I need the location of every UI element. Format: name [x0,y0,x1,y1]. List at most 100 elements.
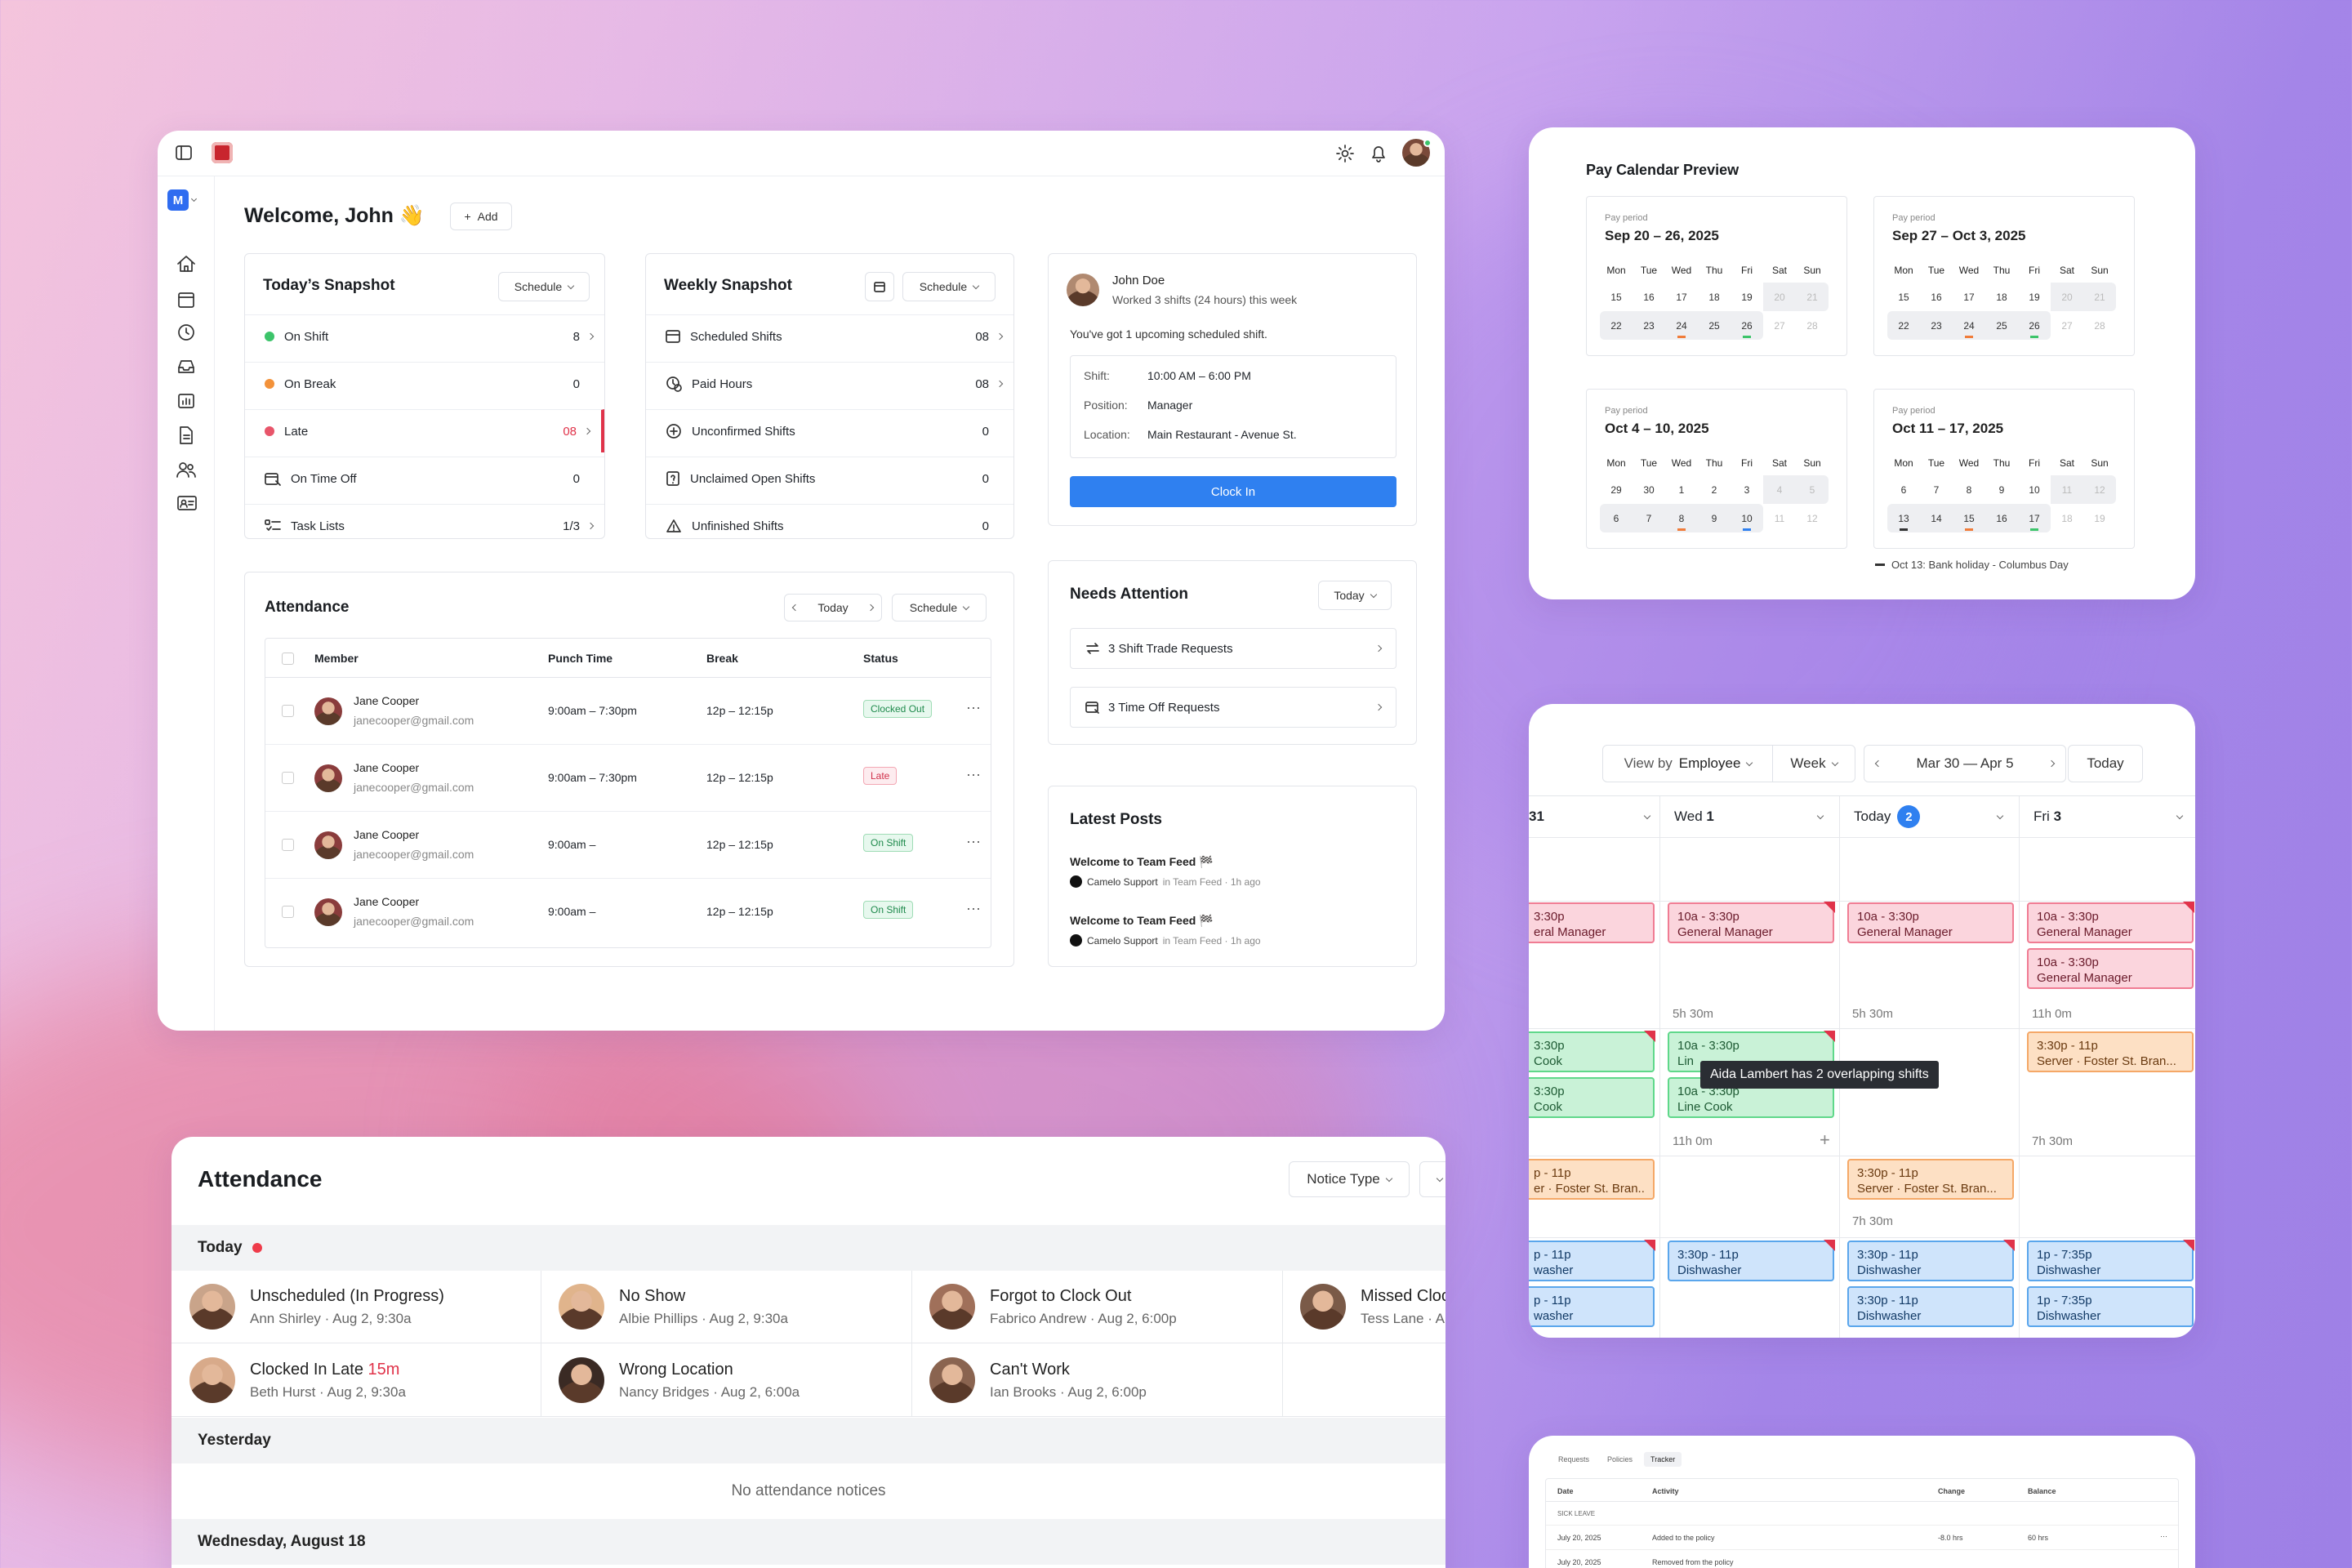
notifications-icon[interactable] [1370,144,1388,163]
pay-period-calendar[interactable]: Pay period Sep 27 – Oct 3, 2025 Mon Tue Wed… [1873,196,2135,356]
col-header-wed[interactable]: Wed 1 [1674,796,1833,837]
clock-in-button[interactable]: Clock In [1070,476,1396,507]
snapshot-row[interactable]: Late 08 [245,409,604,452]
add-button[interactable]: + Add [450,203,512,230]
shift-block[interactable]: p - 11p washer [1529,1286,1655,1327]
table-row[interactable]: Jane Cooper janecooper@gmail.com 9:00am … [265,812,991,879]
inbox-icon[interactable] [177,358,195,376]
col-header-today[interactable]: Today 2 [1854,796,2012,837]
shift-block[interactable]: 3:30p Cook [1529,1077,1655,1118]
more-icon[interactable]: ··· [966,699,981,716]
shift-block[interactable]: 3:30p - 11p Dishwasher [1668,1240,1835,1281]
notice-item[interactable]: Clocked In Late 15m Beth Hurst · Aug 2, … [178,1344,537,1416]
date-range-label[interactable]: Mar 30 — Apr 5 [1916,755,2013,772]
notice-type-dropdown[interactable]: Notice Type [1289,1161,1410,1197]
col-header-31[interactable]: 31 [1529,796,1659,837]
row-checkbox[interactable] [282,906,294,918]
shift-block[interactable]: 10a - 3:30p General Manager [1668,902,1835,943]
shift-block[interactable]: 3:30p Cook [1529,1031,1655,1072]
shift-block[interactable]: 3:30p eral Manager [1529,902,1655,943]
schedule-dropdown[interactable]: Schedule [892,594,987,621]
next-week-icon[interactable] [2047,760,2056,768]
more-icon[interactable]: ··· [966,900,981,917]
schedule-dropdown[interactable]: Schedule [902,272,996,301]
dropdown-label: Schedule [514,280,563,293]
notice-item[interactable]: Forgot to Clock Out Fabrico Andrew · Aug… [918,1271,1277,1343]
upcoming-text: You've got 1 upcoming scheduled shift. [1070,327,1267,341]
table-row[interactable]: Jane Cooper janecooper@gmail.com 9:00am … [265,745,991,812]
notice-item[interactable]: Wrong Location Nancy Bridges · Aug 2, 6:… [547,1344,906,1416]
schedule-dropdown[interactable]: Schedule [498,272,590,301]
workspace-switcher[interactable]: M [167,189,198,211]
shift-block[interactable]: 3:30p - 11p Dishwasher [1847,1286,2014,1327]
today-button[interactable]: Today [2068,745,2143,782]
shift-block[interactable]: 10a - 3:30p General Manager [1847,902,2014,943]
pay-period-calendar[interactable]: Pay period Oct 11 – 17, 2025 Mon Tue Wed Thu… [1873,389,2135,549]
shift-block[interactable]: 3:30p - 11p Server · Foster St. Bran... [2027,1031,2194,1072]
post-item[interactable]: Welcome to Team Feed 🏁 Camelo Support in… [1070,855,1396,888]
shift-block[interactable]: 3:30p - 11p Server · Foster St. Bran... [1847,1159,2014,1200]
shift-trade-requests-item[interactable]: 3 Shift Trade Requests [1070,628,1396,669]
team-icon[interactable] [176,461,197,479]
notice-item[interactable]: Can't Work Ian Brooks · Aug 2, 6:00p [918,1344,1277,1416]
snapshot-row[interactable]: On Shift 8 [245,314,604,358]
view-by-dropdown[interactable]: View by Employee [1602,745,1774,782]
calendar-button[interactable] [865,272,894,301]
tab-tracker[interactable]: Tracker [1644,1452,1682,1467]
id-card-icon[interactable] [177,495,197,511]
col-header-fri[interactable]: Fri 3 [2034,796,2192,837]
more-icon[interactable]: ··· [966,833,981,850]
row-checkbox[interactable] [282,772,294,784]
member-name: Jane Cooper [354,828,420,841]
shift-block[interactable]: 1p - 7:35p Dishwasher [2027,1240,2194,1281]
date-label[interactable]: Today [817,601,848,614]
pay-period-calendar[interactable]: Pay period Oct 4 – 10, 2025 Mon Tue Wed Thu F… [1586,389,1847,549]
calendar-day: 22 [1600,311,1633,340]
today-dropdown[interactable]: Today [1318,581,1392,610]
reports-icon[interactable] [177,392,195,410]
home-icon[interactable] [176,255,196,273]
table-row[interactable]: Jane Cooper janecooper@gmail.com 9:00am … [265,879,991,946]
settings-icon[interactable] [1335,144,1355,163]
add-shift-icon[interactable]: + [1820,1129,1830,1151]
select-all-checkbox[interactable] [282,653,294,665]
sidebar-toggle-icon[interactable] [176,145,192,160]
prev-day-icon[interactable] [791,604,800,612]
conflict-flag [1644,1240,1655,1251]
snapshot-row[interactable]: Paid Hours 08 [646,362,1013,405]
row-checkbox[interactable] [282,705,294,717]
more-icon[interactable]: ··· [966,766,981,783]
snapshot-row[interactable]: Scheduled Shifts 08 [646,314,1013,358]
next-day-icon[interactable] [866,604,875,612]
shift-role: Cook [1534,1100,1563,1114]
tab-policies[interactable]: Policies [1601,1452,1639,1467]
schedule-icon[interactable] [177,291,195,309]
pay-period-calendar[interactable]: Pay period Sep 20 – 26, 2025 Mon Tue Wed Thu… [1586,196,1847,356]
snapshot-row[interactable]: Task Lists 1/3 [245,504,604,547]
live-dot [252,1243,262,1253]
row-label: On Shift [284,329,329,344]
post-item[interactable]: Welcome to Team Feed 🏁 Camelo Support in… [1070,914,1396,947]
notice-item[interactable]: Missed Cloc Tess Lane · Au [1289,1271,1446,1343]
row-checkbox[interactable] [282,839,294,851]
row-menu-icon[interactable]: ··· [2160,1532,2167,1540]
workspace-badge: M [167,189,189,211]
table-row[interactable]: Jane Cooper janecooper@gmail.com 9:00am … [265,678,991,745]
shift-block[interactable]: 3:30p - 11p Dishwasher [1847,1240,2015,1281]
notice-item[interactable]: Unscheduled (In Progress) Ann Shirley · … [178,1271,537,1343]
status-dropdown[interactable] [1419,1161,1446,1197]
clock-icon[interactable] [177,323,195,341]
shift-block[interactable]: 10a - 3:30p General Manager [2027,948,2194,989]
shift-block[interactable]: p - 11p er · Foster St. Bran... [1529,1159,1655,1200]
calendar-day: 19 [2029,291,2040,303]
tab-requests[interactable]: Requests [1552,1452,1596,1467]
shift-time: p - 11p [1534,1294,1571,1307]
shift-block[interactable]: p - 11p washer [1529,1240,1655,1281]
shift-block[interactable]: 1p - 7:35p Dishwasher [2027,1286,2194,1327]
documents-icon[interactable] [178,425,194,445]
range-mode-dropdown[interactable]: Week [1772,745,1855,782]
time-off-requests-item[interactable]: 3 Time Off Requests [1070,687,1396,728]
notice-item[interactable]: No Show Albie Phillips · Aug 2, 9:30a [547,1271,906,1343]
shift-block[interactable]: 10a - 3:30p General Manager [2027,902,2194,943]
prev-week-icon[interactable] [1874,760,1882,768]
